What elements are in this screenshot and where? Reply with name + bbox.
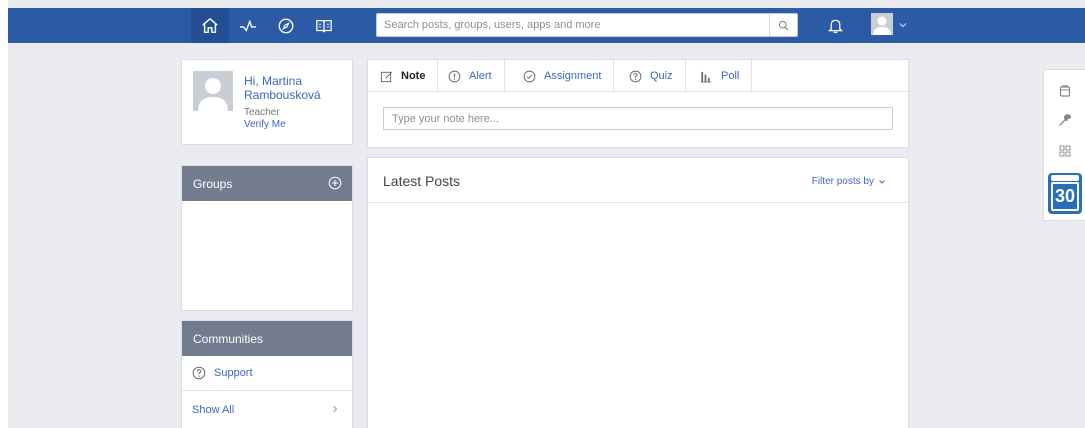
question-circle-icon [629,70,642,82]
latest-posts-title: Latest Posts [383,173,461,189]
bar-chart-icon [700,71,712,82]
home-icon [202,17,218,33]
calendar-rings [1051,175,1079,181]
right-toolbar: 30 [1043,69,1085,221]
community-item-label: Support [214,367,253,379]
tab-note[interactable]: Note [368,60,439,92]
groups-header: Groups [182,166,352,201]
composer-tabs: Note Alert Assignment Quiz Poll [368,60,908,92]
post-composer: Note Alert Assignment Quiz Poll [367,59,909,148]
show-all-label: Show All [192,403,235,416]
communities-panel: Communities Support Show All [181,320,353,428]
chevron-down-icon[interactable] [898,20,908,30]
communities-header: Communities [182,321,352,356]
tab-label: Alert [469,70,492,82]
question-circle-icon [192,366,206,380]
notifications-button[interactable] [820,8,850,43]
top-navigation-bar [8,8,1085,43]
profile-greeting[interactable]: Hi, Martina Rambousková [244,74,349,102]
community-item-support[interactable]: Support [182,356,352,391]
chevron-down-icon [879,179,885,184]
backpack-tool-button[interactable] [1044,75,1085,106]
tab-label: Poll [721,70,740,82]
discover-nav-button[interactable] [267,8,305,43]
home-nav-button[interactable] [191,8,229,43]
tab-assignment[interactable]: Assignment [511,60,615,92]
tab-label: Quiz [650,70,673,82]
profile-card: Hi, Martina Rambousková Teacher Verify M… [181,59,353,145]
note-icon [380,71,392,82]
filter-posts-dropdown[interactable]: Filter posts by [812,176,886,187]
activity-icon [239,19,257,32]
tab-quiz[interactable]: Quiz [617,60,686,92]
calendar-button[interactable]: 30 [1048,173,1082,214]
search-button[interactable] [769,14,797,36]
latest-posts-panel: Latest Posts Filter posts by [367,157,909,428]
apps-button[interactable] [1044,135,1085,166]
tab-label: Note [401,70,426,82]
profile-role: Teacher [244,107,280,118]
search-input[interactable] [377,14,769,36]
activity-nav-button[interactable] [229,8,267,43]
filter-posts-label: Filter posts by [811,176,874,187]
bell-icon [827,19,843,34]
backpack-nav-button[interactable] [305,8,343,43]
calendar-day: 30 [1054,186,1076,206]
search-icon [778,20,789,30]
check-circle-icon [523,70,536,82]
calendar-icon: 30 [1051,182,1079,211]
groups-title: Groups [193,176,233,191]
latest-posts-header: Latest Posts Filter posts by [368,158,908,203]
alert-icon [448,70,461,82]
profile-avatar[interactable] [193,71,233,111]
note-input[interactable] [384,108,892,129]
apps-grid-icon [1059,145,1071,156]
user-avatar-menu[interactable] [871,13,893,35]
wrench-icon [1059,113,1072,126]
compass-icon [278,18,294,33]
tab-label: Assignment [544,70,602,82]
tab-alert[interactable]: Alert [436,60,505,92]
note-field-wrapper [383,107,893,130]
show-all-communities-link[interactable]: Show All [182,392,352,427]
verify-me-link[interactable]: Verify Me [244,119,286,130]
tab-poll[interactable]: Poll [688,60,753,92]
groups-panel: Groups [181,165,353,311]
tools-button[interactable] [1044,104,1085,135]
chevron-right-icon [333,405,338,413]
backpack-icon [1059,84,1071,97]
add-group-icon[interactable] [328,176,342,190]
book-icon [316,19,332,32]
communities-title: Communities [193,331,264,346]
search-box [376,13,798,37]
user-silhouette-icon [873,16,891,35]
user-silhouette-icon [198,78,228,111]
